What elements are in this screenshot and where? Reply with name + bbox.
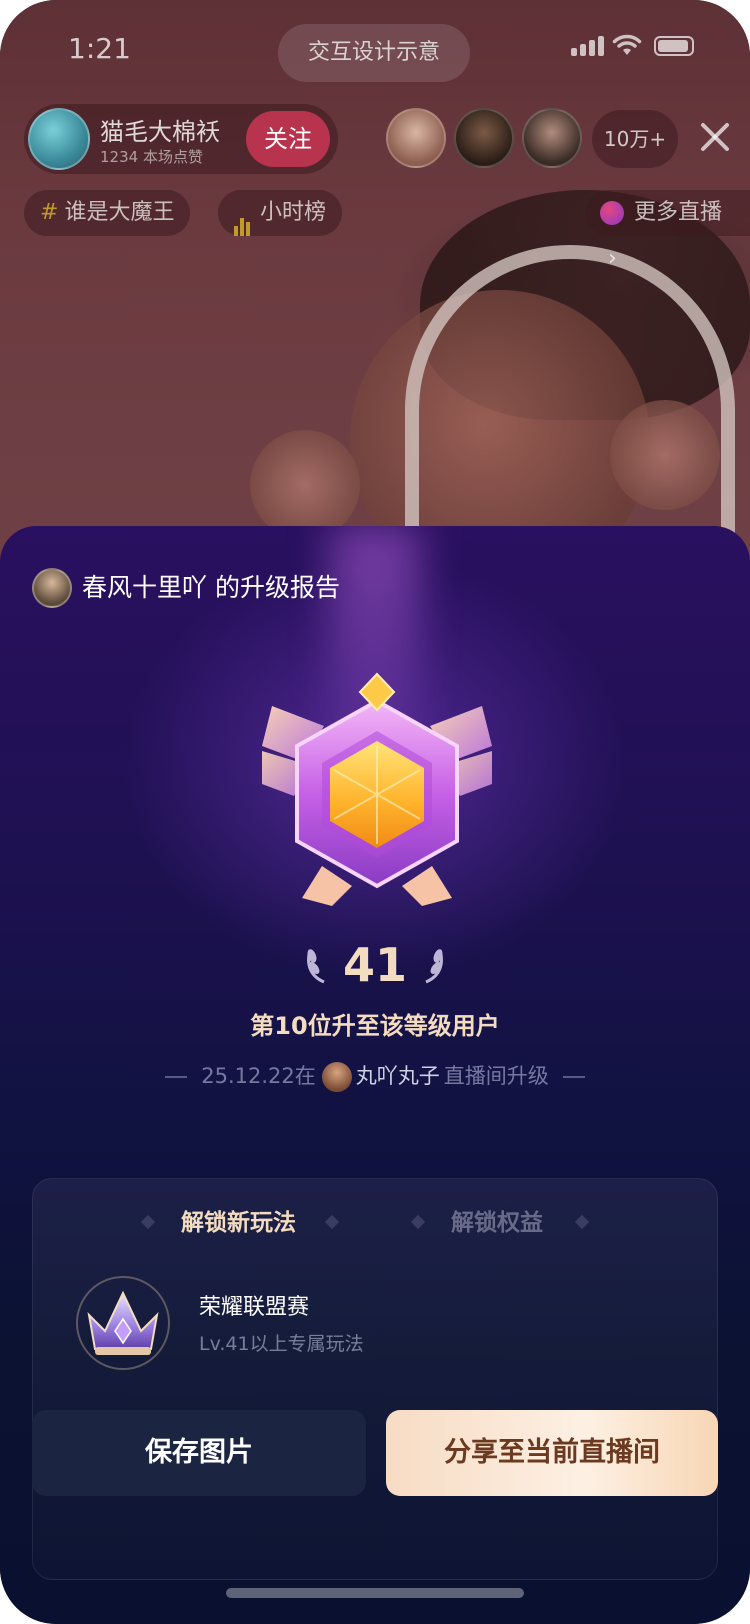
diamond-decor-icon — [574, 1214, 590, 1230]
phone-screen: 1:21 交互设计示意 猫毛大棉袄 1234 本场点赞 关注 10万+ # 谁是大… — [0, 0, 750, 1624]
upgrade-info: 25.12.22在 丸吖丸子 直播间升级 — [0, 1060, 750, 1092]
host-avatar[interactable] — [28, 108, 90, 170]
unlock-subtitle: Lv.41以上专属玩法 — [199, 1333, 364, 1355]
tab-unlock-gameplay[interactable]: 解锁新玩法 — [181, 1203, 296, 1237]
tag-label: 小时榜 — [260, 200, 327, 225]
more-live-button[interactable]: 更多直播 › — [586, 190, 750, 271]
status-time: 1:21 — [68, 32, 131, 65]
viewer-avatar[interactable] — [386, 108, 446, 168]
user-avatar — [32, 568, 72, 608]
viewer-count[interactable]: 10万+ — [592, 110, 678, 168]
save-image-button[interactable]: 保存图片 — [32, 1410, 366, 1496]
unlock-tabs: 解锁新玩法 解锁权益 — [33, 1179, 719, 1265]
wifi-icon — [612, 34, 642, 55]
divider — [165, 1076, 188, 1078]
chart-bars-icon — [234, 190, 252, 236]
level-number: 41 — [342, 938, 407, 992]
battery-icon — [654, 36, 694, 56]
status-bar: 1:21 交互设计示意 — [0, 24, 750, 82]
report-title: 春风十里吖 的升级报告 — [82, 573, 340, 602]
close-icon[interactable] — [696, 118, 734, 156]
laurel-right-icon — [425, 949, 443, 984]
share-to-live-button[interactable]: 分享至当前直播间 — [386, 1410, 718, 1496]
live-stream-video[interactable] — [0, 0, 750, 590]
hashtag-icon: # — [40, 200, 59, 225]
viewer-avatar[interactable] — [522, 108, 582, 168]
host-info[interactable]: 猫毛大棉袄 1234 本场点赞 关注 — [24, 104, 338, 174]
streamer-hand-left — [250, 430, 360, 540]
live-orb-icon — [600, 201, 624, 225]
chevron-right-icon: › — [608, 246, 617, 271]
cellular-signal-icon — [571, 36, 604, 56]
crown-icon — [76, 1276, 170, 1370]
diamond-decor-icon — [410, 1214, 426, 1230]
host-name: 猫毛大棉袄 — [100, 118, 220, 146]
tag-hashtag[interactable]: # 谁是大魔王 — [24, 190, 191, 236]
unlock-card: 解锁新玩法 解锁权益 荣耀联盟赛 Lv.41以上专属玩法 — [32, 1178, 718, 1580]
upgrade-date: 25.12.22在 — [201, 1064, 316, 1088]
host-likes: 1234 本场点赞 — [100, 148, 203, 166]
viewer-avatars[interactable] — [386, 108, 582, 168]
viewer-avatar[interactable] — [454, 108, 514, 168]
room-owner-name[interactable]: 丸吖丸子 — [356, 1064, 440, 1088]
more-live-label: 更多直播 — [634, 200, 723, 225]
tab-unlock-benefits[interactable]: 解锁权益 — [451, 1203, 543, 1237]
divider — [562, 1076, 585, 1078]
streamer-hand-right — [610, 400, 720, 510]
room-owner-avatar — [321, 1062, 352, 1092]
home-indicator[interactable] — [226, 1588, 524, 1598]
tag-hourly-rank[interactable]: 小时榜 — [218, 190, 343, 236]
follow-button[interactable]: 关注 — [246, 111, 330, 167]
level-badge-icon — [262, 672, 492, 906]
unlock-title: 荣耀联盟赛 — [199, 1295, 310, 1320]
design-demo-pill: 交互设计示意 — [278, 24, 470, 82]
diamond-decor-icon — [140, 1214, 156, 1230]
diamond-decor-icon — [324, 1214, 340, 1230]
upgrade-suffix: 直播间升级 — [443, 1064, 549, 1088]
tag-label: 谁是大魔王 — [64, 200, 175, 225]
rank-text: 第10位升至该等级用户 — [250, 1012, 500, 1040]
